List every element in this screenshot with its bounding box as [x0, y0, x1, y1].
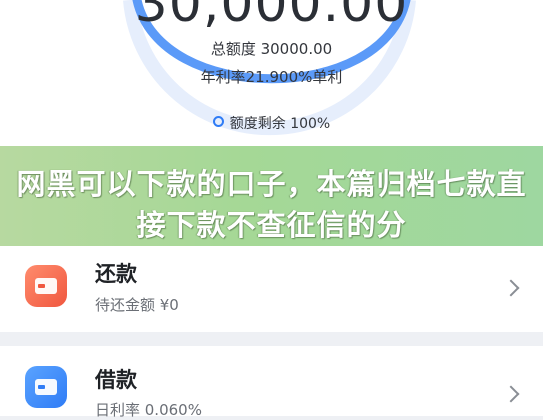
annual-rate: 年利率21.900%单利: [200, 68, 343, 86]
article-banner: 网黑可以下款的口子，本篇归档七款直接下款不查征信的分: [0, 146, 543, 246]
banner-title: 网黑可以下款的口子，本篇归档七款直接下款不查征信的分: [16, 167, 527, 242]
total-quota: 总额度 30000.00: [210, 40, 333, 58]
credit-amount: 30,000.00: [134, 0, 409, 34]
wallet-icon: [25, 265, 67, 307]
repay-row[interactable]: 还款 待还金额 ¥0: [0, 246, 543, 332]
repay-amount: 待还金额 ¥0: [95, 296, 179, 314]
chevron-right-icon: [502, 279, 520, 297]
remaining-quota: 额度剩余 100%: [0, 113, 543, 133]
borrow-row[interactable]: 借款 日利率 0.060%: [0, 346, 543, 419]
circle-dot-icon: [212, 116, 224, 127]
borrow-title: 借款: [95, 368, 137, 392]
chevron-right-icon: [502, 385, 520, 403]
remaining-quota-text: 额度剩余 100%: [229, 116, 331, 132]
card-icon: [25, 366, 67, 408]
daily-rate: 日利率 0.060%: [95, 401, 202, 419]
repay-title: 还款: [95, 262, 137, 286]
quota-panel: 30,000.00 总额度 30000.00 年利率21.900%单利 额度剩余…: [0, 0, 543, 146]
